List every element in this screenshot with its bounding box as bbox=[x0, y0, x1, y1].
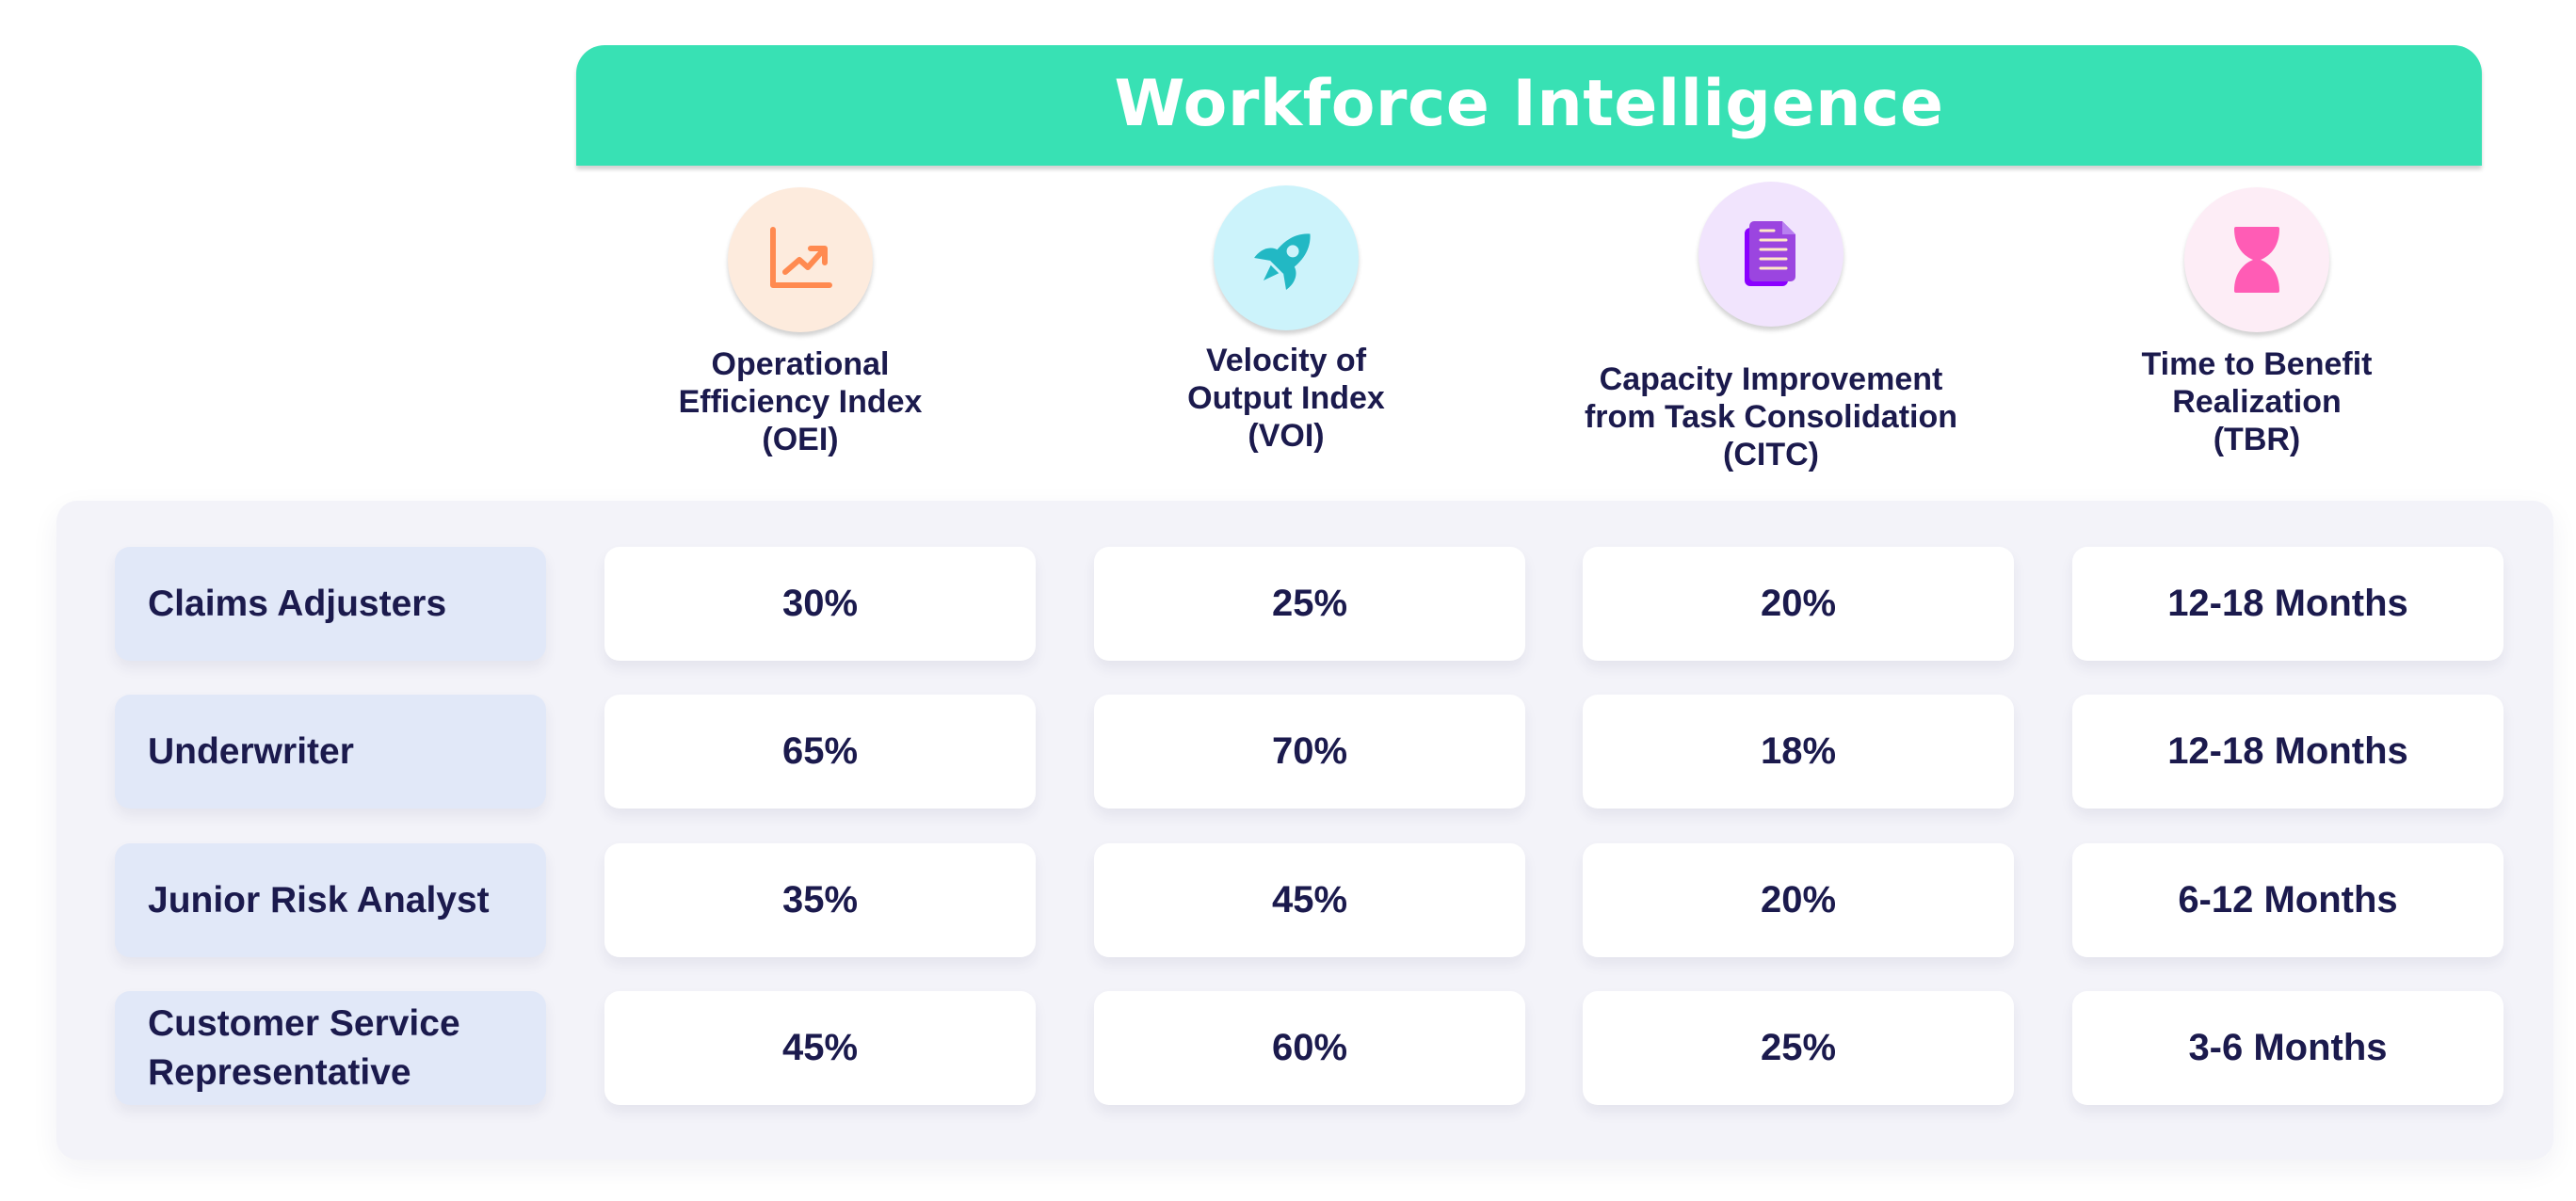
oei-icon-badge bbox=[728, 187, 873, 332]
cell-voi: 45% bbox=[1094, 843, 1525, 957]
tbr-icon-badge bbox=[2184, 187, 2329, 332]
metric-label-tbr: Time to Benefit Realization (TBR) bbox=[2141, 346, 2373, 457]
page-title: Workforce Intelligence bbox=[1114, 66, 1944, 141]
cell-citc: 20% bbox=[1583, 843, 2014, 957]
cell-tbr: 3-6 Months bbox=[2072, 991, 2504, 1105]
cell-voi: 60% bbox=[1094, 991, 1525, 1105]
cell-oei: 65% bbox=[604, 695, 1036, 809]
row-label-claims-adjusters: Claims Adjusters bbox=[115, 547, 546, 661]
cell-oei: 35% bbox=[604, 843, 1036, 957]
cell-oei: 30% bbox=[604, 547, 1036, 661]
metric-label-citc: Capacity Improvement from Task Consolida… bbox=[1584, 361, 1958, 472]
row-label-junior-risk-analyst: Junior Risk Analyst bbox=[115, 843, 546, 957]
cell-oei: 45% bbox=[604, 991, 1036, 1105]
cell-citc: 18% bbox=[1583, 695, 2014, 809]
chart-trending-up-icon bbox=[770, 227, 832, 288]
cell-tbr: 6-12 Months bbox=[2072, 843, 2504, 957]
cell-citc: 20% bbox=[1583, 547, 2014, 661]
cell-tbr: 12-18 Months bbox=[2072, 695, 2504, 809]
citc-icon-badge bbox=[1699, 182, 1843, 327]
hourglass-icon bbox=[2234, 227, 2279, 293]
voi-icon-badge bbox=[1214, 185, 1359, 330]
cell-tbr: 12-18 Months bbox=[2072, 547, 2504, 661]
document-stack-icon bbox=[1745, 221, 1795, 286]
cell-voi: 25% bbox=[1094, 547, 1525, 661]
rocket-icon bbox=[1254, 233, 1311, 290]
metric-label-oei: Operational Efficiency Index (OEI) bbox=[678, 346, 923, 457]
cell-citc: 25% bbox=[1583, 991, 2014, 1105]
row-label-underwriter: Underwriter bbox=[115, 695, 546, 809]
row-label-customer-service-representative: Customer Service Representative bbox=[115, 991, 546, 1105]
cell-voi: 70% bbox=[1094, 695, 1525, 809]
metric-label-voi: Velocity of Output Index (VOI) bbox=[1187, 343, 1385, 454]
header-banner: Workforce Intelligence bbox=[576, 45, 2482, 166]
